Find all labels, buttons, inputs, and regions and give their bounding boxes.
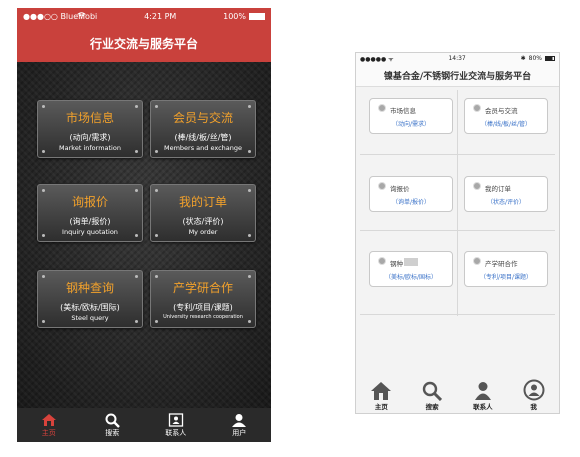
tab-label: 主页	[41, 429, 56, 437]
tile-subtitle-cn: (棒/线/板/丝/管)	[174, 133, 232, 142]
light-phone-screen: ●●●●● ᯤ 14:37 ✱ 80% 镍基合金/不锈钢行业交流与服务平台 市场…	[355, 52, 560, 414]
tile-inquiry-quotation[interactable]: 询报价 (询单/报价) Inquiry quotation	[37, 184, 143, 242]
tile-subtitle: （专利/项目/课题）	[479, 274, 533, 281]
carrier-label: ●●●○○ BlueMobi	[23, 12, 98, 21]
contacts-icon	[458, 375, 509, 401]
tile-subtitle: （状态/评价）	[486, 199, 526, 206]
tile-title: 市场信息	[390, 107, 416, 115]
tile-market-information[interactable]: 市场信息 (动向/需求) Market information	[37, 100, 143, 158]
tile-members-exchange[interactable]: 会员与交流 (棒/线/板/丝/管) Members and exchange	[150, 100, 256, 158]
tile-my-order[interactable]: 我的订单 (状态/评价) My order	[150, 184, 256, 242]
tile-my-order[interactable]: 我的订单 （状态/评价）	[464, 176, 548, 212]
tile-university-research[interactable]: 产学研合作 （专利/项目/课题）	[464, 251, 548, 287]
menu-grid: 市场信息 (动向/需求) Market information 会员与交流 (棒…	[17, 62, 271, 408]
tile-title: 产学研合作	[485, 260, 518, 268]
tile-steel-query[interactable]: 钢种查询 (美标/欧标/国际) Steel query	[37, 270, 143, 328]
tab-contacts[interactable]: 联系人	[144, 408, 208, 442]
battery-indicator: 100%	[223, 12, 265, 21]
page-title: 镍基合金/不锈钢行业交流与服务平台	[356, 64, 559, 87]
me-icon	[508, 375, 559, 401]
wifi-icon	[77, 12, 86, 21]
tile-subtitle: （动向/需求）	[391, 121, 431, 128]
tab-search[interactable]: 搜索	[81, 408, 145, 442]
tile-subtitle-en: Members and exchange	[163, 144, 243, 152]
tile-members-exchange[interactable]: 会员与交流 （棒/线/板/丝/管）	[464, 98, 548, 134]
tile-icon	[473, 104, 481, 112]
tile-icon	[473, 182, 481, 190]
tile-subtitle-cn: (专利/项目/课题)	[173, 303, 233, 312]
home-icon	[356, 375, 407, 401]
grid-divider	[360, 230, 555, 231]
tile-subtitle-cn: (询单/报价)	[69, 217, 111, 226]
tile-icon	[473, 257, 481, 265]
tile-title: 会员与交流	[485, 107, 518, 115]
tile-icon	[378, 257, 386, 265]
tile-subtitle-en: Steel query	[71, 314, 109, 322]
tile-steel-query[interactable]: 钢种 （美标/欧标/国标）	[369, 251, 453, 287]
tab-search[interactable]: 搜索	[407, 375, 458, 413]
tab-home[interactable]: 主页	[356, 375, 407, 413]
grid-divider	[457, 90, 458, 316]
page-title: 行业交流与服务平台	[17, 25, 271, 62]
bluetooth-icon: ✱	[520, 55, 526, 62]
battery-icon	[248, 13, 265, 20]
status-bar: ●●●○○ BlueMobi 4:21 PM 100%	[17, 8, 271, 25]
tab-label: 我	[530, 403, 537, 411]
tile-subtitle-en: Market information	[59, 144, 121, 152]
tile-icon	[378, 104, 386, 112]
battery-indicator: ✱ 80%	[521, 55, 555, 62]
home-icon	[17, 412, 81, 428]
user-icon	[208, 412, 272, 428]
tile-subtitle-en: University research cooperation	[163, 314, 243, 320]
carrier-label: ●●●●● ᯤ	[360, 55, 394, 63]
tile-icon	[378, 182, 386, 190]
tile-subtitle-cn: (美标/欧标/国际)	[60, 303, 120, 312]
tile-university-research[interactable]: 产学研合作 (专利/项目/课题) University research coo…	[150, 270, 256, 328]
tab-label: 联系人	[165, 429, 187, 437]
tab-label: 用户	[232, 429, 247, 437]
tab-me[interactable]: 我	[508, 375, 559, 413]
tile-market-information[interactable]: 市场信息 （动向/需求）	[369, 98, 453, 134]
status-bar: ●●●●● ᯤ 14:37 ✱ 80%	[356, 53, 559, 64]
tab-bar: 主页 搜索 联系人 用户	[17, 408, 271, 442]
tile-subtitle-en: My order	[188, 228, 218, 236]
tile-subtitle-cn: (状态/评价)	[182, 217, 224, 226]
redacted-block	[404, 258, 418, 266]
search-icon	[81, 412, 145, 428]
tile-title: 会员与交流	[172, 111, 233, 125]
grid-divider	[360, 314, 555, 315]
tile-title: 我的订单	[178, 195, 227, 209]
tab-label: 主页	[374, 403, 388, 411]
tab-label: 联系人	[473, 403, 493, 411]
tab-home[interactable]: 主页	[17, 408, 81, 442]
tile-title: 询报价	[71, 195, 108, 209]
tab-bar: 主页 搜索 联系人 我	[356, 375, 559, 413]
tab-contacts[interactable]: 联系人	[458, 375, 509, 413]
time-label: 4:21 PM	[144, 12, 177, 21]
tile-title: 钢种查询	[65, 281, 114, 295]
tile-title: 钢种	[390, 260, 403, 268]
dark-phone-screen: ●●●○○ BlueMobi 4:21 PM 100% 行业交流与服务平台 市场…	[17, 8, 271, 442]
battery-icon	[544, 56, 555, 61]
tab-label: 搜索	[105, 429, 120, 437]
grid-divider	[360, 154, 555, 155]
menu-grid: 市场信息 （动向/需求） 会员与交流 （棒/线/板/丝/管） 询报价 （询单/报…	[360, 90, 555, 380]
contacts-icon	[144, 412, 208, 428]
tile-title: 询报价	[390, 185, 410, 193]
tab-label: 搜索	[425, 403, 439, 411]
tile-title: 我的订单	[485, 185, 511, 193]
tile-subtitle-en: Inquiry quotation	[62, 228, 118, 236]
tile-subtitle: （询单/报价）	[391, 199, 431, 206]
search-icon	[407, 375, 458, 401]
time-label: 14:37	[448, 55, 466, 62]
tile-title: 市场信息	[65, 111, 114, 125]
tile-subtitle-cn: (动向/需求)	[69, 133, 111, 142]
tab-user[interactable]: 用户	[208, 408, 272, 442]
tile-subtitle: （美标/欧标/国标）	[384, 274, 438, 281]
tile-inquiry-quotation[interactable]: 询报价 （询单/报价）	[369, 176, 453, 212]
tile-title: 产学研合作	[172, 281, 233, 295]
tile-subtitle: （棒/线/板/丝/管）	[480, 121, 532, 128]
